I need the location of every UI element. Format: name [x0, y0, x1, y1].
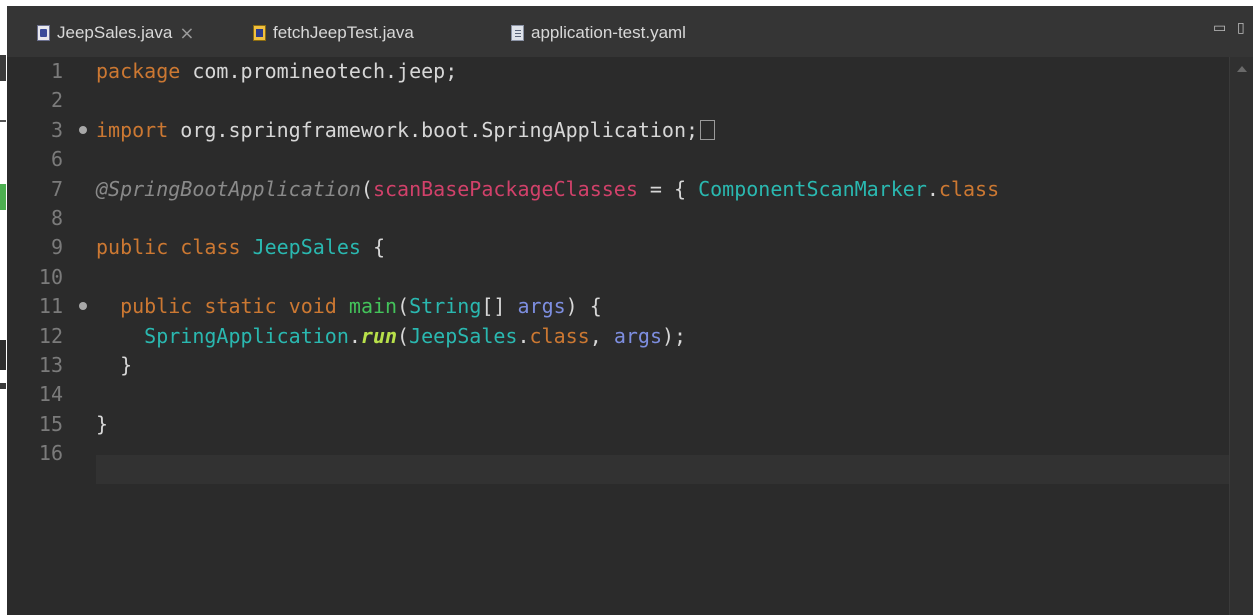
code-token: public [96, 235, 169, 260]
code-token: [] [481, 294, 518, 319]
code-text: } [96, 351, 132, 380]
code-text: public class JeepSales { [96, 233, 385, 262]
line-number: 11 [38, 294, 63, 319]
current-line-highlight [96, 455, 1229, 484]
edge-marker [0, 120, 6, 122]
scroll-up-icon[interactable] [1237, 66, 1247, 72]
fold-toggle-icon[interactable] [79, 125, 87, 134]
code-token: import [96, 117, 169, 142]
tab-label: application-test.yaml [531, 23, 686, 42]
code-token: = { [637, 176, 699, 201]
yaml-file-icon [511, 25, 524, 41]
code-token: run [360, 323, 398, 348]
code-token: . [926, 176, 939, 201]
code-token: class [529, 323, 590, 348]
line-number: 2 [50, 88, 63, 113]
fold-toggle-icon[interactable] [79, 302, 87, 311]
code-token: void [288, 294, 337, 319]
code-token: class [180, 235, 241, 260]
code-token: class [938, 176, 1000, 201]
code-token: main [348, 294, 398, 319]
edge-marker [0, 55, 6, 81]
line-number: 7 [50, 176, 63, 201]
editor-window: JeepSales.java × fetchJeepTest.java appl… [7, 6, 1253, 615]
code-token: static [204, 294, 277, 319]
code-text: public static void main(String[] args) { [96, 292, 602, 321]
code-text: SpringApplication.run(JeepSales.class, a… [96, 322, 686, 351]
line-number: 14 [38, 382, 63, 407]
edge-marker [0, 383, 6, 389]
code-token: package [96, 59, 181, 83]
tab-jeepsales-java[interactable]: JeepSales.java × [37, 20, 194, 46]
tab-label: JeepSales.java [57, 23, 173, 42]
code-token: public [120, 294, 193, 319]
code-token: com.promineotech.jeep; [180, 59, 458, 83]
edge-marker [0, 184, 6, 210]
editor-tab-bar: JeepSales.java × fetchJeepTest.java appl… [7, 6, 1253, 57]
line-number: 16 [38, 441, 63, 466]
code-token: ComponentScanMarker [698, 176, 927, 201]
line-number: 9 [50, 235, 63, 260]
line-number: 12 [38, 323, 63, 348]
line-number: 10 [38, 264, 63, 289]
line-number: 1 [50, 59, 63, 83]
code-token: . [517, 323, 530, 348]
code-editor[interactable]: 1 package com.promineotech.jeep; 2 3 import … [7, 57, 1229, 615]
code-token: scanBasePackageClasses [372, 176, 638, 201]
code-token: JeepSales [252, 235, 361, 260]
code-token: , [589, 323, 614, 348]
line-number: 15 [38, 411, 63, 436]
line-number: 6 [50, 147, 63, 172]
code-token: SpringApplication [144, 323, 349, 348]
collapsed-imports-icon[interactable] [700, 119, 716, 140]
minimize-icon[interactable]: ▭ [1213, 20, 1226, 36]
left-edge-strip [0, 0, 7, 615]
line-number: 3 [50, 117, 63, 142]
tab-label: fetchJeepTest.java [273, 23, 414, 42]
code-token: . [348, 323, 361, 348]
code-text: @SpringBootApplication(scanBasePackageCl… [96, 175, 999, 204]
line-number: 13 [38, 352, 63, 377]
code-token: ( [397, 323, 410, 348]
code-text: import org.springframework.boot.SpringAp… [96, 116, 716, 145]
code-token: ( [397, 294, 410, 319]
code-token: args [517, 294, 566, 319]
edge-marker [0, 340, 6, 370]
java-test-file-icon [253, 25, 266, 41]
code-token: args [613, 323, 662, 348]
code-text: package com.promineotech.jeep; [96, 57, 457, 86]
tab-application-test-yaml[interactable]: application-test.yaml [511, 20, 686, 46]
code-token: ); [662, 323, 687, 348]
tab-fetchjeeptest-java[interactable]: fetchJeepTest.java [253, 20, 414, 46]
code-token: { [360, 235, 386, 260]
code-token: ( [360, 176, 373, 201]
code-token: org.springframework.boot.SpringApplicati… [168, 117, 699, 142]
code-token: @SpringBootApplication [96, 176, 361, 201]
maximize-icon[interactable]: ▯ [1237, 20, 1245, 36]
code-token: } [96, 352, 133, 377]
code-token: ) { [565, 294, 602, 319]
java-file-icon [37, 25, 50, 41]
close-tab-icon[interactable]: × [179, 23, 194, 44]
vertical-scrollbar[interactable] [1229, 57, 1253, 615]
code-token: } [96, 411, 109, 436]
line-number: 8 [50, 205, 63, 230]
code-text: } [96, 410, 108, 439]
code-token: String [409, 294, 482, 319]
code-token: JeepSales [409, 323, 518, 348]
